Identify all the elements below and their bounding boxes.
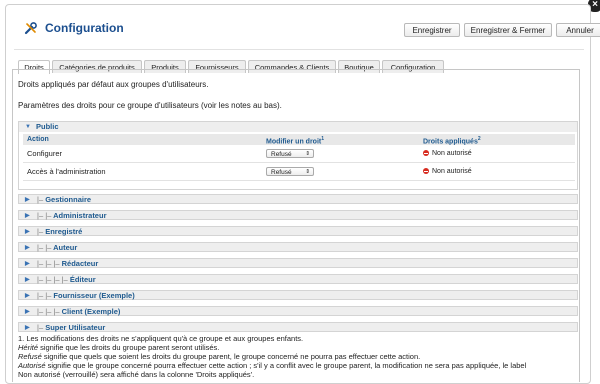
note-3: Refusé signifie que quels que soient les… [18, 352, 421, 361]
save-close-button[interactable]: Enregistrer & Fermer [464, 23, 552, 37]
note-2: Hérité signifie que les droits du groupe… [18, 343, 220, 352]
group-public-panel: ▼ Public Action Modifier un droit1 Droit… [18, 121, 578, 190]
save-button[interactable]: Enregistrer [404, 23, 460, 37]
chevron-right-icon: ▶ [25, 277, 30, 283]
applied-status: Non autorisé [423, 146, 472, 162]
chevron-right-icon: ▶ [25, 309, 30, 315]
chevron-right-icon: ▶ [25, 261, 30, 267]
intro-text-2: Paramètres des droits pour ce groupe d'u… [18, 101, 282, 110]
page-header: Configuration Enregistrer Enregistrer & … [14, 15, 600, 43]
col-action: Action [27, 136, 49, 143]
note-1: 1. Les modifications des droits ne s'app… [18, 334, 304, 343]
chevron-right-icon: ▶ [25, 213, 30, 219]
chevron-down-icon: ▼ [25, 124, 31, 130]
group-redacteur[interactable]: ▶ |– |– |– Rédacteur [18, 258, 578, 268]
table-row: Configurer Refusé ⇕ Non autorisé [23, 146, 575, 163]
group-editeur[interactable]: ▶ |– |– |– |– Éditeur [18, 274, 578, 284]
table-row: Accès à l'administration Refusé ⇕ Non aut… [23, 164, 575, 181]
group-fournisseur[interactable]: ▶ |– |– Fournisseur (Exemple) [18, 290, 578, 300]
chevron-right-icon: ▶ [25, 293, 30, 299]
select-arrows-icon: ⇕ [305, 151, 310, 157]
note-4: Autorisé signifie que le groupe concerné… [18, 361, 527, 370]
chevron-right-icon: ▶ [25, 245, 30, 251]
note-5: Non autorisé (verrouillé) sera affiché d… [18, 370, 255, 379]
chevron-right-icon: ▶ [25, 325, 30, 331]
applied-status: Non autorisé [423, 164, 472, 180]
page-title: Configuration [45, 21, 124, 35]
group-public-header[interactable]: ▼ Public [19, 122, 577, 132]
cancel-button[interactable]: Annuler [556, 23, 600, 37]
not-allowed-icon [423, 150, 429, 156]
permission-select[interactable]: Refusé ⇕ [266, 149, 314, 158]
select-arrows-icon: ⇕ [305, 169, 310, 175]
table-header: Action Modifier un droit1 Droits appliqu… [23, 134, 575, 145]
group-label: Public [36, 122, 59, 131]
group-super-utilisateur[interactable]: ▶ |– Super Utilisateur [18, 322, 578, 332]
tools-icon [24, 21, 38, 35]
not-allowed-icon [423, 168, 429, 174]
permission-select[interactable]: Refusé ⇕ [266, 167, 314, 176]
group-administrateur[interactable]: ▶ |– |– Administrateur [18, 210, 578, 220]
group-auteur[interactable]: ▶ |– |– Auteur [18, 242, 578, 252]
group-gestionnaire[interactable]: ▶ |– Gestionnaire [18, 194, 578, 204]
intro-text: Droits appliqués par défaut aux groupes … [18, 80, 209, 89]
action-name: Accès à l'administration [27, 167, 106, 176]
footnotes: 1. Les modifications des droits ne s'app… [18, 334, 578, 379]
chevron-right-icon: ▶ [25, 229, 30, 235]
header-divider [14, 49, 584, 50]
group-client[interactable]: ▶ |– |– |– Client (Exemple) [18, 306, 578, 316]
chevron-right-icon: ▶ [25, 197, 30, 203]
action-name: Configurer [27, 149, 63, 158]
group-enregistre[interactable]: ▶ |– Enregistré [18, 226, 578, 236]
